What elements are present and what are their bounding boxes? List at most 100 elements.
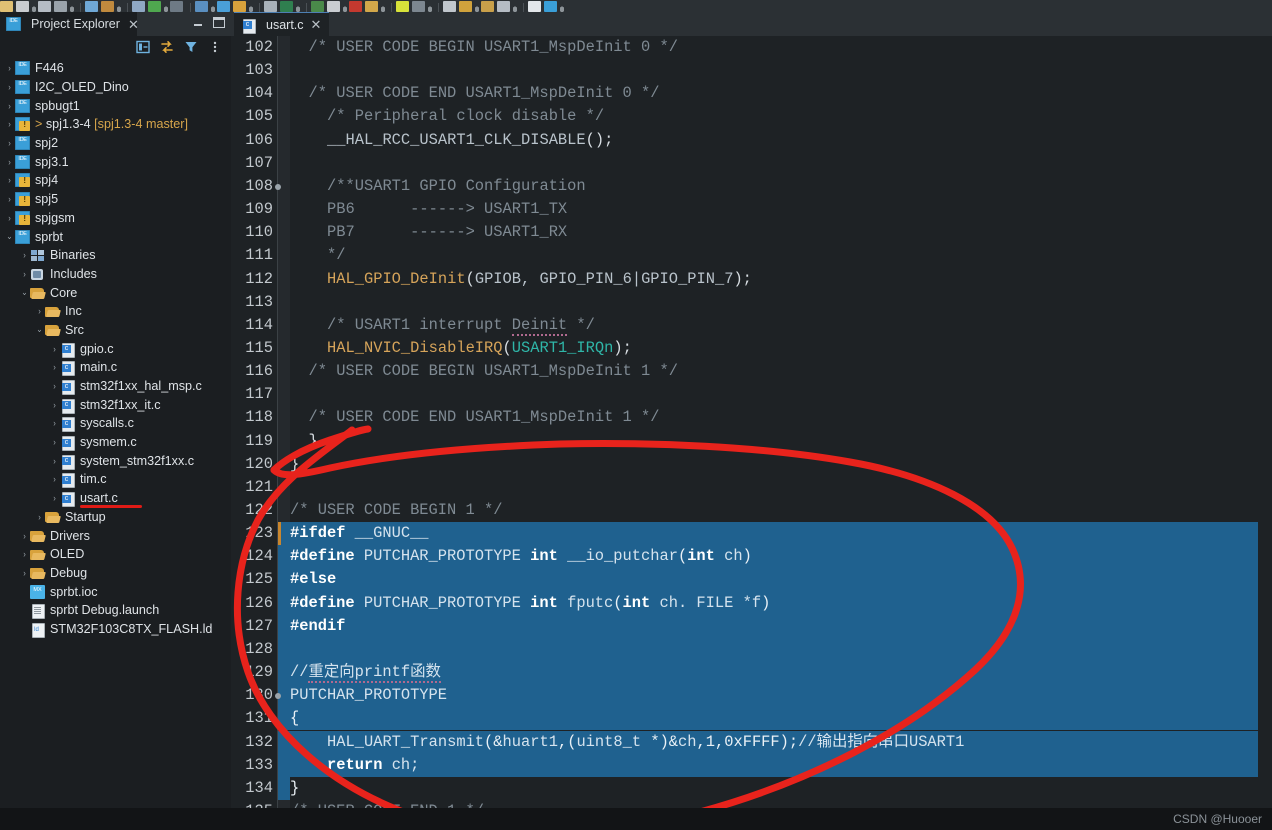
tree-item-spbugt1[interactable]: › spbugt1	[0, 96, 231, 115]
dropdown-arrow-icon[interactable]	[117, 3, 121, 12]
next-annotation-icon[interactable]	[443, 1, 456, 12]
chevron-right-icon[interactable]: ›	[5, 157, 14, 167]
dropdown-arrow-icon[interactable]	[343, 3, 347, 12]
tree-item-core[interactable]: ⌄ Core	[0, 283, 231, 302]
code-line[interactable]: 113	[231, 291, 1272, 314]
code-line[interactable]: 129 //重定向printf函数	[231, 661, 1272, 684]
dropdown-arrow-icon[interactable]	[249, 3, 253, 12]
dropdown-arrow-icon[interactable]	[475, 3, 479, 12]
tree-item-inc[interactable]: › Inc	[0, 302, 231, 321]
pencil-icon[interactable]	[365, 1, 378, 12]
tree-item-stm32f1xx-it-c[interactable]: › stm32f1xx_it.c	[0, 395, 231, 414]
code-line[interactable]: 121	[231, 476, 1272, 499]
code-line[interactable]: 115 HAL_NVIC_DisableIRQ(USART1_IRQn);	[231, 337, 1272, 360]
chevron-right-icon[interactable]: ›	[50, 474, 59, 484]
code-line[interactable]: 114 /* USART1 interrupt Deinit */	[231, 314, 1272, 337]
chevron-right-icon[interactable]: ›	[50, 437, 59, 447]
cube-mx-icon[interactable]	[327, 1, 340, 12]
tree-item-spjgsm[interactable]: › spjgsm	[0, 209, 231, 228]
debug-icon[interactable]	[132, 1, 145, 12]
tree-item-tim-c[interactable]: › tim.c	[0, 470, 231, 489]
window-icon[interactable]	[528, 1, 541, 12]
tree-item-sprbt[interactable]: ⌄ sprbt	[0, 227, 231, 246]
chevron-right-icon[interactable]: ›	[20, 568, 29, 578]
tree-item-spj4[interactable]: › spj4	[0, 171, 231, 190]
code-line[interactable]: 122 /* USER CODE BEGIN 1 */	[231, 499, 1272, 522]
code-line[interactable]: 134}	[231, 777, 1272, 800]
chevron-down-icon[interactable]: ⌄	[5, 231, 14, 242]
chevron-right-icon[interactable]: ›	[50, 456, 59, 466]
terminal-icon[interactable]	[280, 1, 293, 12]
target-icon[interactable]	[349, 1, 362, 12]
run-icon[interactable]	[148, 1, 161, 12]
link-with-editor-icon[interactable]	[160, 40, 174, 54]
chevron-right-icon[interactable]: ›	[5, 63, 14, 73]
help-icon[interactable]	[544, 1, 557, 12]
external-tools-icon[interactable]	[195, 1, 208, 12]
code-line[interactable]: 120}	[231, 453, 1272, 476]
dropdown-arrow-icon[interactable]	[560, 3, 564, 12]
folding-marker-icon[interactable]	[275, 183, 281, 190]
pin-icon[interactable]	[497, 1, 510, 12]
code-text-area[interactable]: 102 /* USER CODE BEGIN USART1_MspDeInit 0…	[231, 36, 1272, 830]
chevron-right-icon[interactable]: ›	[20, 250, 29, 260]
tree-item-gpio-c[interactable]: › gpio.c	[0, 339, 231, 358]
code-line[interactable]: 119}	[231, 430, 1272, 453]
code-line[interactable]: 117	[231, 383, 1272, 406]
chevron-right-icon[interactable]: ›	[50, 344, 59, 354]
dropdown-arrow-icon[interactable]	[513, 3, 517, 12]
dropdown-arrow-icon[interactable]	[211, 3, 215, 12]
code-line[interactable]: 111 */	[231, 244, 1272, 267]
save-all-icon[interactable]	[38, 1, 51, 12]
tree-item-binaries[interactable]: › Binaries	[0, 246, 231, 265]
tree-item-sprbt-debug-launch[interactable]: sprbt Debug.launch	[0, 601, 231, 620]
tree-item-oled[interactable]: › OLED	[0, 545, 231, 564]
editor-vertical-scrollbar[interactable]	[1258, 36, 1272, 830]
chevron-right-icon[interactable]: ›	[5, 101, 14, 111]
tree-item-f446[interactable]: › F446	[0, 59, 231, 78]
main-toolbar[interactable]	[0, 0, 1272, 12]
tree-item-debug[interactable]: › Debug	[0, 564, 231, 583]
refresh-icon[interactable]	[311, 1, 324, 12]
tree-item-startup[interactable]: › Startup	[0, 508, 231, 527]
chevron-down-icon[interactable]: ⌄	[35, 324, 44, 335]
code-line[interactable]: 116 /* USER CODE BEGIN USART1_MspDeInit 1…	[231, 360, 1272, 383]
code-line[interactable]: 123 #ifdef __GNUC__	[231, 522, 1272, 546]
code-line[interactable]: 110 PB7 ------> USART1_RX	[231, 221, 1272, 244]
print-icon[interactable]	[54, 1, 67, 12]
chevron-right-icon[interactable]: ›	[20, 549, 29, 559]
code-line[interactable]: 102 /* USER CODE BEGIN USART1_MspDeInit 0…	[231, 36, 1272, 59]
chevron-right-icon[interactable]: ›	[35, 512, 44, 522]
code-line[interactable]: 112 HAL_GPIO_DeInit(GPIOB, GPIO_PIN_6|GPI…	[231, 268, 1272, 291]
view-menu-icon[interactable]	[208, 40, 222, 54]
build-icon[interactable]	[85, 1, 98, 12]
tree-item-spj3-1[interactable]: › spj3.1	[0, 152, 231, 171]
dropdown-arrow-icon[interactable]	[164, 3, 168, 12]
chevron-right-icon[interactable]: ›	[50, 381, 59, 391]
tree-item-spj1-3-4[interactable]: › > spj1.3-4 [spj1.3-4 master]	[0, 115, 231, 134]
dropdown-arrow-icon[interactable]	[296, 3, 300, 12]
chevron-right-icon[interactable]: ›	[20, 531, 29, 541]
chevron-down-icon[interactable]: ⌄	[20, 287, 29, 298]
chevron-right-icon[interactable]: ›	[50, 362, 59, 372]
code-line[interactable]: 108 /**USART1 GPIO Configuration	[231, 175, 1272, 198]
search-icon[interactable]	[264, 1, 277, 12]
chevron-right-icon[interactable]: ›	[50, 418, 59, 428]
tree-item-spj2[interactable]: › spj2	[0, 134, 231, 153]
new-folder-icon[interactable]	[233, 1, 246, 12]
editor-icon[interactable]	[396, 1, 409, 12]
open-file-icon[interactable]	[0, 1, 13, 12]
forward-icon[interactable]	[481, 1, 494, 12]
project-explorer-tab[interactable]: Project Explorer ✕	[0, 12, 139, 36]
chevron-right-icon[interactable]: ›	[5, 213, 14, 223]
back-icon[interactable]	[459, 1, 472, 12]
new-c-project-icon[interactable]	[217, 1, 230, 12]
chevron-right-icon[interactable]: ›	[5, 175, 14, 185]
tree-item-main-c[interactable]: › main.c	[0, 358, 231, 377]
tree-item-sysmem-c[interactable]: › sysmem.c	[0, 433, 231, 452]
tree-item-src[interactable]: ⌄ Src	[0, 321, 231, 340]
code-line[interactable]: 118 /* USER CODE END USART1_MspDeInit 1 *…	[231, 406, 1272, 429]
chevron-right-icon[interactable]: ›	[5, 138, 14, 148]
code-line[interactable]: 109 PB6 ------> USART1_TX	[231, 198, 1272, 221]
chevron-right-icon[interactable]: ›	[50, 493, 59, 503]
